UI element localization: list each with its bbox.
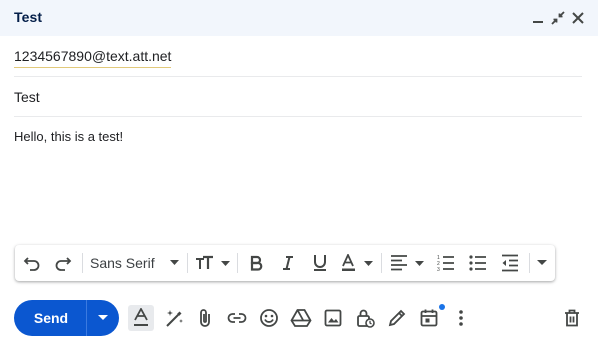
- toolbar-separator: [237, 253, 238, 273]
- redo-icon[interactable]: [52, 252, 74, 274]
- subject-field[interactable]: Test: [14, 89, 40, 105]
- chevron-down-icon: [98, 315, 108, 320]
- more-formatting-icon[interactable]: [534, 252, 550, 274]
- toolbar-separator: [381, 253, 382, 273]
- toolbar-separator: [529, 253, 530, 273]
- italic-icon[interactable]: [277, 252, 299, 274]
- text-size-icon[interactable]: [195, 252, 231, 274]
- compose-title-bar[interactable]: Test: [0, 0, 598, 36]
- confidential-mode-icon[interactable]: [353, 306, 377, 330]
- toolbar-separator: [187, 253, 188, 273]
- close-icon[interactable]: [568, 8, 588, 28]
- bold-icon[interactable]: [245, 252, 267, 274]
- exit-fullscreen-icon[interactable]: [548, 8, 568, 28]
- toolbar-separator: [82, 253, 83, 273]
- undo-icon[interactable]: [21, 252, 43, 274]
- schedule-send-icon[interactable]: [417, 306, 441, 330]
- photo-icon[interactable]: [321, 306, 345, 330]
- link-icon[interactable]: [225, 306, 249, 330]
- formatting-options-icon[interactable]: [128, 305, 154, 331]
- send-button-group: Send: [14, 300, 119, 336]
- recipient-chip[interactable]: 1234567890@text.att.net: [14, 48, 172, 68]
- discard-icon[interactable]: [560, 306, 584, 330]
- bulleted-list-icon[interactable]: [467, 252, 489, 274]
- attach-icon[interactable]: [193, 306, 217, 330]
- notification-dot: [439, 304, 445, 310]
- underline-icon[interactable]: [309, 252, 331, 274]
- indent-less-icon[interactable]: [499, 252, 521, 274]
- svg-text:3: 3: [437, 267, 440, 272]
- font-family-label: Sans Serif: [90, 255, 155, 271]
- numbered-list-icon[interactable]: 1 2 3: [435, 252, 457, 274]
- minimize-icon[interactable]: [528, 8, 548, 28]
- formatting-toolbar: Sans Serif 1 2 3: [15, 245, 555, 281]
- drive-icon[interactable]: [289, 306, 313, 330]
- send-button[interactable]: Send: [14, 300, 86, 336]
- text-color-icon[interactable]: [341, 252, 375, 274]
- magic-write-icon[interactable]: [162, 306, 186, 330]
- send-options-button[interactable]: [87, 300, 119, 336]
- message-body[interactable]: Hello, this is a test!: [14, 129, 123, 144]
- font-family-dropdown[interactable]: Sans Serif: [90, 252, 182, 274]
- more-options-icon[interactable]: [449, 306, 473, 330]
- recipient-divider: [14, 76, 582, 77]
- subject-divider: [14, 116, 582, 117]
- align-icon[interactable]: [389, 252, 425, 274]
- chevron-down-icon: [170, 260, 179, 265]
- compose-title: Test: [14, 9, 43, 25]
- signature-icon[interactable]: [385, 306, 409, 330]
- emoji-icon[interactable]: [257, 306, 281, 330]
